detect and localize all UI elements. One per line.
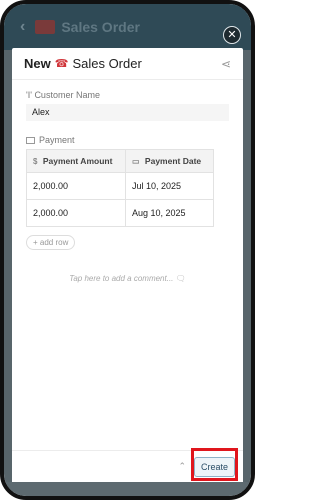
new-label: New — [24, 56, 51, 71]
comment-placeholder: Tap here to add a comment... — [69, 274, 174, 283]
highlight-box — [191, 448, 238, 481]
phone-frame: ‹ Sales Order ✕ New ☎ Sales Order ⋖ 'I' … — [0, 0, 255, 500]
background-title: Sales Order — [61, 19, 140, 35]
close-button[interactable]: ✕ — [223, 26, 241, 44]
payment-date-cell[interactable]: Aug 10, 2025 — [124, 199, 215, 227]
background-app-bar: ‹ Sales Order — [4, 4, 251, 50]
payment-amount-cell[interactable]: 2,000.00 — [26, 172, 126, 200]
table-row[interactable]: 2,000.00 Jul 10, 2025 — [26, 172, 215, 200]
dim-overlay-left — [4, 50, 12, 496]
caret-up-icon[interactable]: ⌃ — [178, 461, 186, 472]
table-row[interactable]: 2,000.00 Aug 10, 2025 — [26, 199, 215, 227]
share-icon[interactable]: ⋖ — [221, 57, 231, 71]
table-header-row: $ Payment Amount ▭ Payment Date — [26, 149, 215, 173]
sheet-header: New ☎ Sales Order ⋖ — [12, 48, 243, 80]
record-type-name: Sales Order — [72, 56, 142, 71]
comment-icon: 🗨 — [175, 274, 186, 283]
customer-name-label: 'I' Customer Name — [26, 90, 100, 100]
payment-section-label: Payment — [26, 135, 243, 145]
payment-amount-cell[interactable]: 2,000.00 — [26, 199, 126, 227]
new-record-sheet: New ☎ Sales Order ⋖ 'I' Customer Name Al… — [12, 48, 243, 482]
calendar-icon: ▭ — [131, 157, 140, 166]
comment-input[interactable]: Tap here to add a comment... 🗨 — [12, 274, 243, 283]
app-logo — [35, 20, 56, 34]
table-icon — [26, 136, 35, 144]
dim-overlay-bottom — [4, 482, 251, 496]
payment-table: $ Payment Amount ▭ Payment Date 2,000.00… — [26, 149, 215, 227]
customer-name-field[interactable]: Alex — [26, 104, 229, 121]
sales-order-icon: ☎ — [54, 58, 69, 70]
payment-date-cell[interactable]: Jul 10, 2025 — [124, 172, 215, 200]
payment-label: Payment — [39, 135, 75, 145]
add-row-button[interactable]: + add row — [26, 235, 76, 250]
dollar-icon: $ — [33, 157, 38, 166]
payment-date-header[interactable]: ▭ Payment Date — [124, 149, 215, 173]
payment-amount-header[interactable]: $ Payment Amount — [26, 149, 126, 173]
chevron-left-icon: ‹ — [20, 18, 26, 35]
dim-overlay-right — [243, 50, 251, 496]
